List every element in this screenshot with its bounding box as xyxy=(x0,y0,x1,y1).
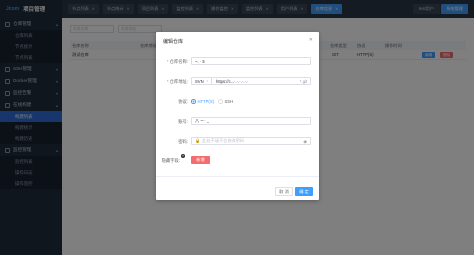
url-type-select[interactable]: SVN ▾ xyxy=(192,78,212,84)
url-label: *仓库地址: xyxy=(166,79,188,84)
url-value: https://c...·.·.·.·.·.· xyxy=(216,78,249,84)
repo-name-input[interactable]: ~. · 5 xyxy=(191,57,311,65)
url-suffix: *.git xyxy=(299,78,307,84)
lock-icon: 🔒 xyxy=(195,138,201,143)
protocol-radio-ssh[interactable]: SSH xyxy=(218,99,233,104)
add-hidden-field-button[interactable]: 新增 xyxy=(191,156,210,164)
cancel-button[interactable]: 取 消 xyxy=(275,187,293,196)
confirm-button[interactable]: 确 定 xyxy=(295,187,313,196)
hidden-fields-label: 隐藏字段: xyxy=(161,158,180,163)
repo-url-input[interactable]: SVN ▾ https://c...·.·.·.·.·.· *.git xyxy=(191,77,311,85)
chevron-down-icon: ▾ xyxy=(206,79,208,83)
protocol-radio-https[interactable]: HTTP(S) xyxy=(191,99,214,104)
edit-repo-dialog: 编辑仓库 ✕ *仓库名称: ~. · 5 *仓库地址: SVN ▾ https:/… xyxy=(156,32,319,200)
password-input[interactable]: 🔒 此处不填不会修改密码 ◉ xyxy=(191,137,311,145)
close-icon[interactable]: ✕ xyxy=(309,37,313,43)
radio-dot xyxy=(191,99,196,104)
dialog-title: 编辑仓库 xyxy=(163,39,184,45)
password-label: 密码: xyxy=(178,139,188,144)
eye-icon[interactable]: ◉ xyxy=(303,139,307,144)
account-label: 账号: xyxy=(178,119,188,124)
help-icon[interactable]: ? xyxy=(181,154,185,158)
radio-dot xyxy=(218,99,223,104)
account-input[interactable]: 八 ~·· _ xyxy=(191,117,311,125)
protocol-label: 协议: xyxy=(178,99,188,104)
dialog-footer: 取 消 确 定 xyxy=(156,176,319,200)
name-label: *仓库名称: xyxy=(166,59,188,64)
